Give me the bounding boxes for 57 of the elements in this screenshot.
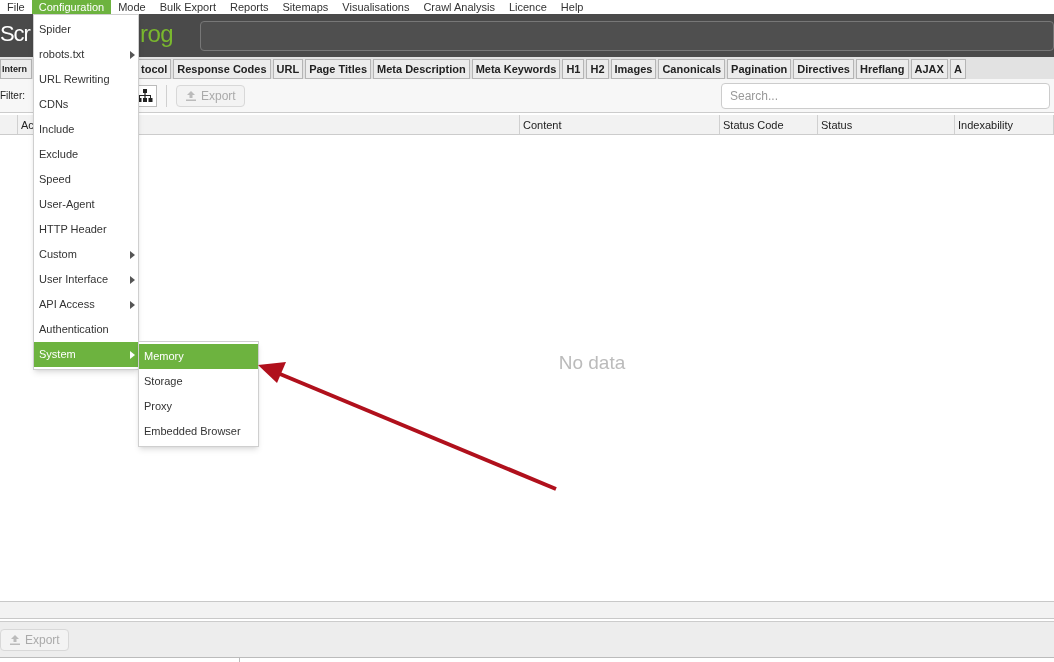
menu-item[interactable]: User Interface [34,267,138,292]
tab[interactable]: Pagination [727,59,792,79]
submenu-caret-icon [130,275,135,284]
menu-item[interactable]: HTTP Header [34,217,138,242]
search-field[interactable]: Search... [721,82,1050,109]
tab[interactable]: Canonicals [658,59,726,79]
tab[interactable]: Hreflang [855,59,909,79]
column-header[interactable]: Content [520,115,720,134]
menu-item[interactable]: CDNs [34,92,138,117]
menu-item[interactable]: Speed [34,167,138,192]
column-header[interactable]: Status [818,115,955,134]
url-field[interactable] [200,20,1054,51]
tab[interactable]: Intern [0,59,32,79]
upload-icon [185,89,197,102]
tab[interactable]: Page Titles [305,59,372,79]
tab[interactable]: AJAX [910,59,948,79]
menu-item[interactable]: Help [553,0,591,14]
menu-item[interactable]: API Access [34,292,138,317]
menu-item[interactable]: Proxy [139,394,258,419]
hierarchy-icon [137,88,153,103]
tab[interactable]: H2 [586,59,609,79]
menu-item[interactable]: URL Rewriting [34,67,138,92]
column-header[interactable]: Status Code [720,115,818,134]
menu-item[interactable]: Storage [139,369,258,394]
tab[interactable]: Images [610,59,657,79]
menu-item[interactable]: User-Agent [34,192,138,217]
tab[interactable]: Meta Description [373,59,470,79]
empty-message: No data [558,350,626,375]
menu-item[interactable]: Exclude [34,142,138,167]
logo-text: rog [140,20,173,47]
menu-item[interactable]: Bulk Export [152,0,223,14]
menu-item[interactable]: Custom [34,242,138,267]
tab[interactable]: Directives [793,59,854,79]
submenu-caret-icon [130,350,135,359]
submenu-caret-icon [130,50,135,59]
menu-item[interactable]: Licence [501,0,554,14]
menu-item[interactable]: Embedded Browser [139,419,258,444]
column-header[interactable]: Indexability [955,115,1054,134]
menu-item[interactable]: Visualisations [335,0,417,14]
menu-item[interactable]: File [0,0,32,14]
menu-item[interactable]: Mode [111,0,153,14]
menu-item[interactable]: Authentication [34,317,138,342]
menu-item[interactable]: robots.txt [34,42,138,67]
tab[interactable]: Response Codes [173,59,271,79]
tab[interactable]: H1 [562,59,585,79]
tab[interactable]: URL [272,59,304,79]
menu-item[interactable]: Reports [222,0,276,14]
menu-item[interactable]: Crawl Analysis [416,0,502,14]
tab[interactable]: Meta Keywords [471,59,561,79]
menu-item[interactable]: Spider [34,17,138,42]
submenu-caret-icon [130,250,135,259]
submenu-caret-icon [130,300,135,309]
filter-label: Filter: [0,89,25,103]
logo-text: Scr [0,21,30,46]
menu-item[interactable]: Sitemaps [275,0,336,14]
upload-icon [9,633,21,646]
tab[interactable]: A [949,59,966,79]
